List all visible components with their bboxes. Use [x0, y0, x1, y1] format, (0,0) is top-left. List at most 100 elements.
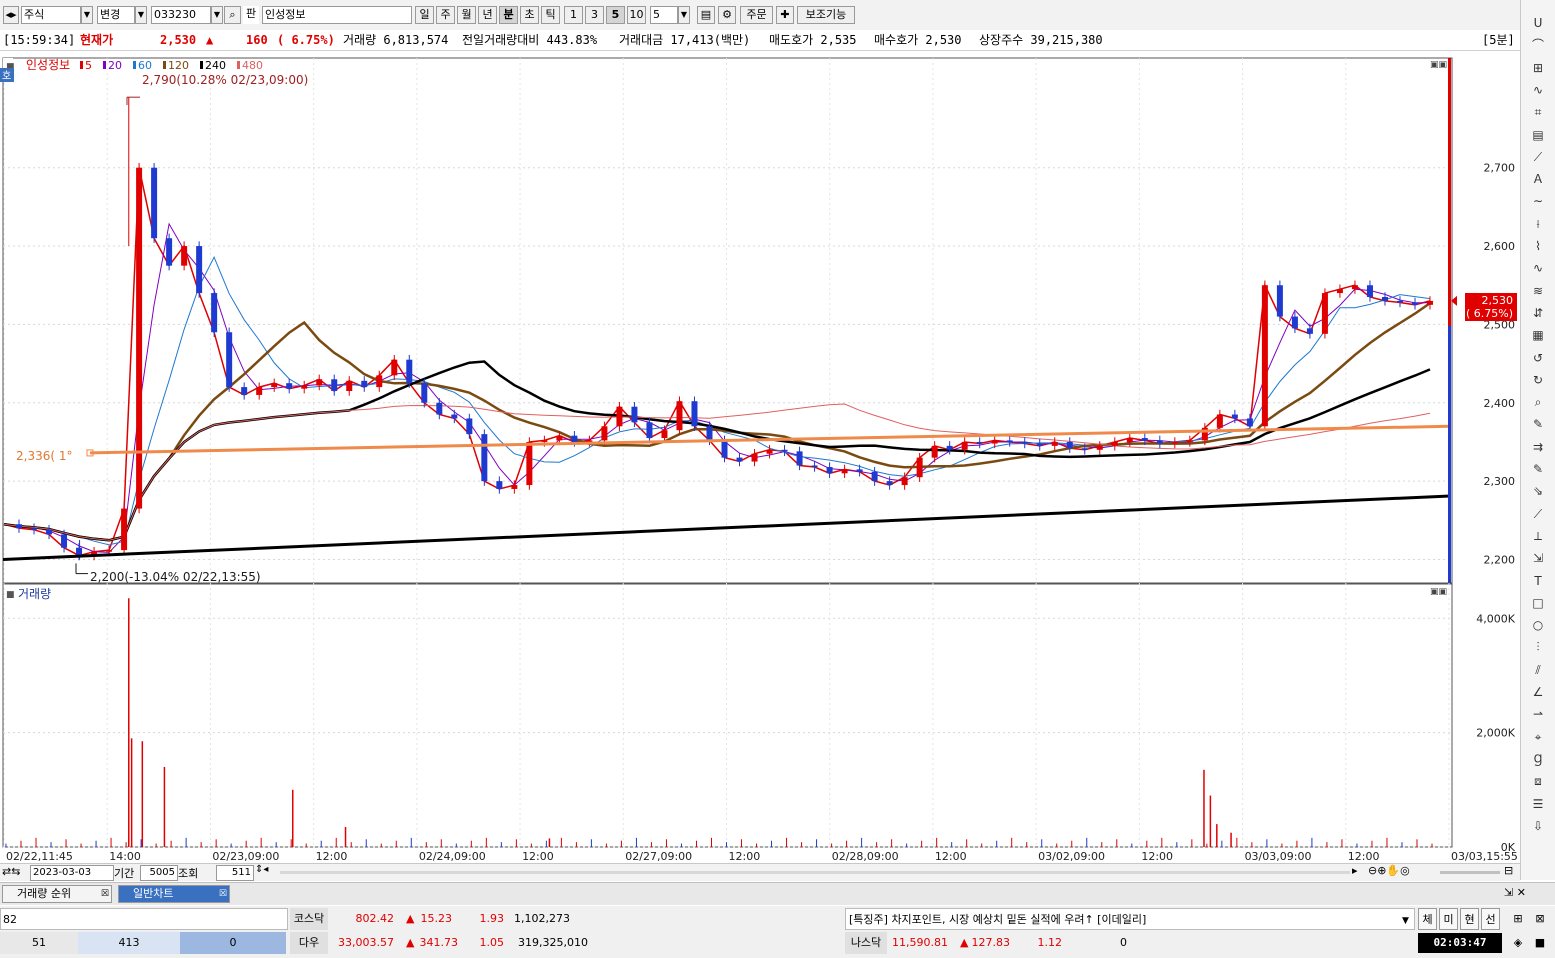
- price-change-pct: ( 6.75%): [277, 33, 335, 47]
- stock-code-input[interactable]: 033230: [151, 6, 211, 24]
- close-icon[interactable]: ☒: [219, 886, 227, 902]
- monitor-icon[interactable]: ⊞: [1508, 908, 1528, 930]
- chart-tool-icon[interactable]: ↻: [1529, 371, 1547, 389]
- candle-body: [166, 238, 173, 266]
- chart-tool-icon[interactable]: ⟊: [1529, 215, 1547, 233]
- chart-tool-icon[interactable]: ⌇: [1529, 237, 1547, 255]
- chart-tool-icon[interactable]: ⫶: [1529, 638, 1547, 656]
- chart-tool-icon[interactable]: ○: [1529, 616, 1547, 634]
- chart-tool-icon[interactable]: ☰: [1529, 795, 1547, 813]
- settings-icon[interactable]: ⚙: [718, 6, 736, 24]
- chart-tool-icon[interactable]: Ａ: [1529, 170, 1547, 188]
- window-controls-icon[interactable]: ⇲ ✕: [1504, 886, 1526, 899]
- chart-tool-icon[interactable]: ⇀: [1529, 705, 1547, 723]
- chart-tool-icon[interactable]: ▦: [1529, 326, 1547, 344]
- chart-tool-icon[interactable]: ⇘: [1529, 482, 1547, 500]
- chart-tool-icon[interactable]: Ɡ: [1529, 750, 1547, 768]
- candle-body: [991, 440, 998, 444]
- row2-c: 0: [180, 932, 286, 954]
- chart-tool-icon[interactable]: ✎: [1529, 415, 1547, 433]
- ticker-button-0[interactable]: 체: [1418, 908, 1437, 930]
- stock-name-field[interactable]: 인성정보: [262, 6, 412, 24]
- ticker-button-2[interactable]: 현: [1460, 908, 1479, 930]
- chart-tool-icon[interactable]: ⌗: [1529, 103, 1547, 121]
- candle-body: [226, 332, 233, 388]
- chart-tool-icon[interactable]: ⟂: [1529, 527, 1547, 545]
- order-button[interactable]: 주문: [740, 6, 773, 24]
- alert-icon[interactable]: ⊠: [1530, 908, 1550, 930]
- chart-tool-icon[interactable]: ⧈: [1529, 772, 1547, 790]
- chart-tool-icon[interactable]: ≋: [1529, 282, 1547, 300]
- period-input[interactable]: 5005: [140, 865, 178, 881]
- chart-tool-icon[interactable]: ▤: [1529, 126, 1547, 144]
- tab-volume-ranking[interactable]: 거래량 순위 ☒: [2, 885, 112, 903]
- stock-chart[interactable]: 2,7002,6002,5002,4002,3002,2004,000K2,00…: [0, 50, 1520, 880]
- chart-tool-icon[interactable]: ⟋: [1529, 505, 1547, 523]
- count-stepper-icon[interactable]: ⇕◂: [255, 864, 268, 875]
- news-dropdown-icon[interactable]: ▼: [1402, 910, 1409, 932]
- chart-tool-icon[interactable]: ✎: [1529, 460, 1547, 478]
- layout-icon[interactable]: ⊟: [1504, 864, 1513, 877]
- interval-dropdown-icon[interactable]: ▼: [678, 6, 690, 24]
- ticker-button-3[interactable]: 선: [1481, 908, 1500, 930]
- market-dropdown-icon[interactable]: ▼: [81, 6, 93, 24]
- period-button-5[interactable]: 초: [520, 6, 539, 24]
- search-icon[interactable]: ⌕: [224, 6, 241, 24]
- chart-tool-icon[interactable]: □: [1529, 594, 1547, 612]
- period-button-3[interactable]: 년: [478, 6, 497, 24]
- chart-tool-icon[interactable]: ⫽: [1529, 661, 1547, 679]
- period-button-6[interactable]: 틱: [541, 6, 560, 24]
- chart-tool-icon[interactable]: ⇉: [1529, 438, 1547, 456]
- tab-general-chart[interactable]: 일반차트 ☒: [118, 885, 230, 903]
- candle-body: [916, 457, 923, 478]
- period-button-0[interactable]: 일: [415, 6, 434, 24]
- stop-icon[interactable]: ■: [1530, 932, 1550, 954]
- period-button-4[interactable]: 분: [499, 6, 518, 24]
- nav-icons[interactable]: ⇄⇆: [2, 865, 20, 878]
- interval-button-3[interactable]: 3: [585, 6, 604, 24]
- period-button-2[interactable]: 월: [457, 6, 476, 24]
- chart-tool-icon[interactable]: T: [1529, 572, 1547, 590]
- chart-tool-icon[interactable]: ∼: [1529, 192, 1547, 210]
- candle-body: [1066, 441, 1073, 449]
- save-icon[interactable]: ▤: [697, 6, 715, 24]
- market-select[interactable]: 주식: [21, 6, 81, 24]
- speaker-icon[interactable]: ◈: [1508, 932, 1528, 954]
- chart-tool-icon[interactable]: ⟋: [1529, 148, 1547, 166]
- price-tick-label: 2,700: [1484, 162, 1516, 175]
- ticker-button-1[interactable]: 미: [1439, 908, 1458, 930]
- interval-button-10[interactable]: 10: [627, 6, 646, 24]
- zoom-slider[interactable]: [1440, 871, 1500, 874]
- pane-restore-icon[interactable]: ▣▣: [1430, 60, 1447, 70]
- aux-function-button[interactable]: 보조기능: [797, 6, 855, 24]
- change-select[interactable]: 변경: [97, 6, 135, 24]
- chart-tool-icon[interactable]: ⊞: [1529, 59, 1547, 77]
- chart-tool-icon[interactable]: ∿: [1529, 81, 1547, 99]
- interval-button-5[interactable]: 5: [606, 6, 625, 24]
- chart-tool-icon[interactable]: ∠: [1529, 683, 1547, 701]
- chart-tool-icon[interactable]: ⇵: [1529, 304, 1547, 322]
- chart-tool-icon[interactable]: U: [1529, 14, 1547, 32]
- code-dropdown-icon[interactable]: ▼: [211, 6, 223, 24]
- close-icon[interactable]: ☒: [101, 886, 109, 902]
- interval-button-1[interactable]: 1: [564, 6, 583, 24]
- pane-restore-icon[interactable]: ▣▣: [1430, 587, 1447, 597]
- period-button-1[interactable]: 주: [436, 6, 455, 24]
- zoom-controls-icon[interactable]: ⊖⊕✋◎: [1368, 864, 1410, 877]
- nav-arrows-icon[interactable]: ◂▸: [3, 6, 19, 24]
- chart-tool-icon[interactable]: ⇲: [1529, 549, 1547, 567]
- chart-tool-icon[interactable]: ∿: [1529, 259, 1547, 277]
- news-ticker[interactable]: [특징주] 차지포인트, 시장 예상치 밑돈 실적에 우려↑ [이데일리]: [845, 908, 1415, 930]
- chart-tool-icon[interactable]: ⇩: [1529, 817, 1547, 835]
- horizontal-scrollbar[interactable]: [280, 871, 1350, 874]
- change-dropdown-icon[interactable]: ▼: [135, 6, 147, 24]
- chart-tool-icon[interactable]: ⌖: [1529, 728, 1547, 746]
- chart-tool-icon[interactable]: ⌕: [1529, 393, 1547, 411]
- date-input[interactable]: 2023-03-03: [30, 865, 114, 881]
- crosshair-icon[interactable]: ✚: [776, 6, 794, 24]
- interval-input[interactable]: 5: [650, 6, 678, 24]
- count-input[interactable]: 511: [216, 865, 254, 881]
- scroll-right-icon[interactable]: ▸: [1352, 864, 1358, 877]
- chart-tool-icon[interactable]: ↺: [1529, 349, 1547, 367]
- chart-tool-icon[interactable]: ⌒: [1529, 36, 1547, 54]
